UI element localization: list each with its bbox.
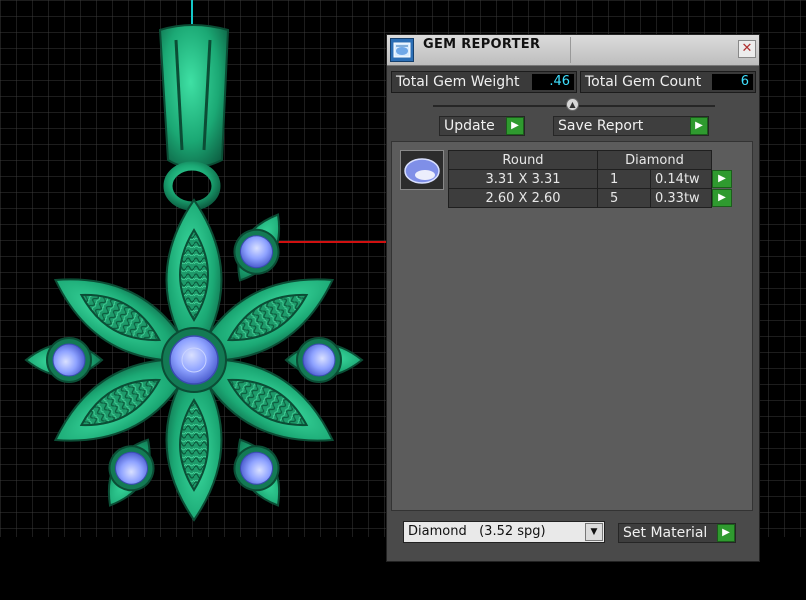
total-gem-weight-label: Total Gem Weight — [396, 74, 520, 90]
save-report-button[interactable]: Save Report ▶ — [553, 116, 709, 136]
title-divider — [570, 37, 571, 63]
table-row[interactable]: 2.60 X 2.60 5 0.33tw ▶ — [448, 188, 733, 208]
material-header: Diamond — [597, 150, 712, 170]
play-arrow-icon[interactable]: ▶ — [506, 117, 524, 135]
material-dropdown[interactable]: Diamond (3.52 spg) ▼ — [403, 521, 605, 543]
gem-reporter-icon — [390, 38, 414, 62]
play-arrow-icon[interactable]: ▶ — [712, 170, 732, 188]
total-gem-count-value: 6 — [712, 74, 753, 90]
round-gem-thumbnail[interactable] — [400, 150, 444, 190]
gem-reporter-window: GEM REPORTER ✕ Total Gem Weight .46 Tota… — [386, 34, 760, 562]
window-title: GEM REPORTER — [423, 37, 541, 52]
material-spg: (3.52 spg) — [479, 524, 546, 539]
save-report-label: Save Report — [558, 118, 644, 134]
total-gem-weight-value: .46 — [532, 74, 574, 90]
chevron-down-icon[interactable]: ▼ — [585, 523, 603, 541]
gem-size: 2.60 X 2.60 — [448, 188, 598, 208]
set-material-label: Set Material — [623, 525, 708, 541]
total-gem-count-label: Total Gem Count — [585, 74, 702, 90]
gem-count: 5 — [597, 188, 651, 208]
set-material-button[interactable]: Set Material ▶ — [618, 523, 736, 543]
gem-size: 3.31 X 3.31 — [448, 169, 598, 189]
gem-count: 1 — [597, 169, 651, 189]
close-icon[interactable]: ✕ — [738, 40, 756, 58]
material-selected: Diamond (3.52 spg) — [408, 524, 546, 539]
panel-slider-knob[interactable]: ▲ — [566, 98, 579, 111]
gem-table: Round Diamond 3.31 X 3.31 1 0.14tw ▶ 2.6… — [448, 150, 733, 208]
update-button[interactable]: Update ▶ — [439, 116, 525, 136]
play-arrow-icon[interactable]: ▶ — [690, 117, 708, 135]
play-arrow-icon[interactable]: ▶ — [717, 524, 735, 542]
gem-weight: 0.33tw — [650, 188, 712, 208]
gem-weight: 0.14tw — [650, 169, 712, 189]
total-gem-weight: Total Gem Weight .46 — [391, 71, 577, 93]
total-gem-count: Total Gem Count 6 — [580, 71, 756, 93]
material-name: Diamond — [408, 524, 467, 539]
shape-header: Round — [448, 150, 598, 170]
title-bar[interactable]: GEM REPORTER ✕ — [387, 35, 759, 66]
update-label: Update — [444, 118, 495, 134]
gem-table-header: Round Diamond — [448, 150, 733, 170]
table-row[interactable]: 3.31 X 3.31 1 0.14tw ▶ — [448, 169, 733, 189]
play-arrow-icon[interactable]: ▶ — [712, 189, 732, 207]
gem-list-area: Round Diamond 3.31 X 3.31 1 0.14tw ▶ 2.6… — [391, 141, 753, 511]
